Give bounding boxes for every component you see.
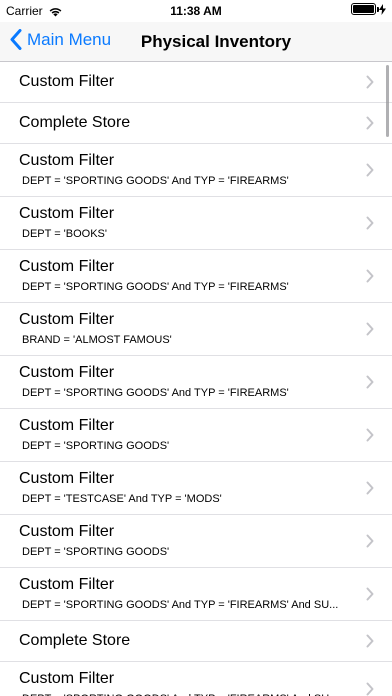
list-item-subtitle: DEPT = 'SPORTING GOODS' And TYP = 'FIREA… [22,281,289,293]
list-item[interactable]: Custom Filter DEPT = 'SPORTING GOODS' And… [0,144,392,197]
list-item-title: Custom Filter [19,152,115,169]
list-item-subtitle: DEPT = 'SPORTING GOODS' And TYP = 'FIREA… [22,387,289,399]
chevron-right-icon [366,269,374,283]
list-item-title: Custom Filter [19,470,115,487]
chevron-right-icon [366,428,374,442]
chevron-right-icon [366,75,374,89]
list-item[interactable]: Custom Filter BRAND = 'ALMOST FAMOUS' [0,303,392,356]
charging-icon [379,3,386,15]
chevron-right-icon [366,375,374,389]
list-item-subtitle: DEPT = 'SPORTING GOODS' And TYP = 'FIREA… [22,599,339,611]
list-item[interactable]: Custom Filter DEPT = 'TESTCASE' And TYP =… [0,462,392,515]
chevron-right-icon [366,682,374,695]
list-item-title: Complete Store [19,114,131,131]
list-item[interactable]: Custom Filter DEPT = 'SPORTING GOODS' And… [0,356,392,409]
back-button-label: Main Menu [27,29,112,49]
list-item-title: Custom Filter [19,205,115,222]
chevron-right-icon [366,534,374,548]
list-item-title: Custom Filter [19,258,115,275]
list-item[interactable]: Custom Filter DEPT = 'SPORTING GOODS' [0,515,392,568]
scroll-indicator[interactable] [386,65,389,137]
filter-list: Custom Filter Complete Store Custom Filter… [0,62,392,696]
list-item-title: Complete Store [19,632,131,649]
list-item-subtitle: BRAND = 'ALMOST FAMOUS' [22,334,172,346]
list-item[interactable]: Custom Filter DEPT = 'SPORTING GOODS' And… [0,568,392,621]
page-title: Physical Inventory [140,32,292,51]
list-item-subtitle: DEPT = 'SPORTING GOODS' [22,546,170,558]
status-right [351,3,386,15]
list-item[interactable]: Custom FilterDEPT = 'SPORTING GOODS' And… [0,662,392,696]
list-item-title: Custom Filter [19,417,115,434]
chevron-right-icon [366,634,374,648]
status-time: 11:38 AM [170,4,222,18]
chevron-right-icon [366,481,374,495]
list-item-title: Custom Filter [19,670,115,687]
battery-icon [351,3,379,15]
chevron-right-icon [366,163,374,177]
status-bar: Carrier 11:38 AM [0,0,392,22]
chevron-right-icon [366,216,374,230]
list-item-subtitle: DEPT = 'SPORTING GOODS' And TYP = 'FIREA… [22,175,289,187]
list-item[interactable]: Custom Filter DEPT = 'BOOKS' [0,197,392,250]
list-item-title: Custom Filter [19,364,115,381]
list-item-title: Custom Filter [19,73,115,90]
chevron-right-icon [366,116,374,130]
list-item-title: Custom Filter [19,523,115,540]
list-item-subtitle: DEPT = 'BOOKS' [22,228,107,240]
list-item[interactable]: Custom Filter DEPT = 'SPORTING GOODS' [0,409,392,462]
chevron-right-icon [366,322,374,336]
list-item-subtitle: DEPT = 'SPORTING GOODS' [22,440,170,452]
chevron-left-icon [10,29,22,50]
chevron-right-icon [366,587,374,601]
list-item[interactable]: Complete Store [0,621,392,662]
list-item-subtitle: DEPT = 'TESTCASE' And TYP = 'MODS' [22,493,222,505]
list-item[interactable]: Complete Store [0,103,392,144]
list-item[interactable]: Custom Filter [0,62,392,103]
back-button[interactable]: Main Menu [10,29,111,50]
list-item-title: Custom Filter [19,576,115,593]
list-item[interactable]: Custom Filter DEPT = 'SPORTING GOODS' And… [0,250,392,303]
navigation-bar: Main Menu Physical Inventory [0,22,392,62]
list-item-title: Custom Filter [19,311,115,328]
